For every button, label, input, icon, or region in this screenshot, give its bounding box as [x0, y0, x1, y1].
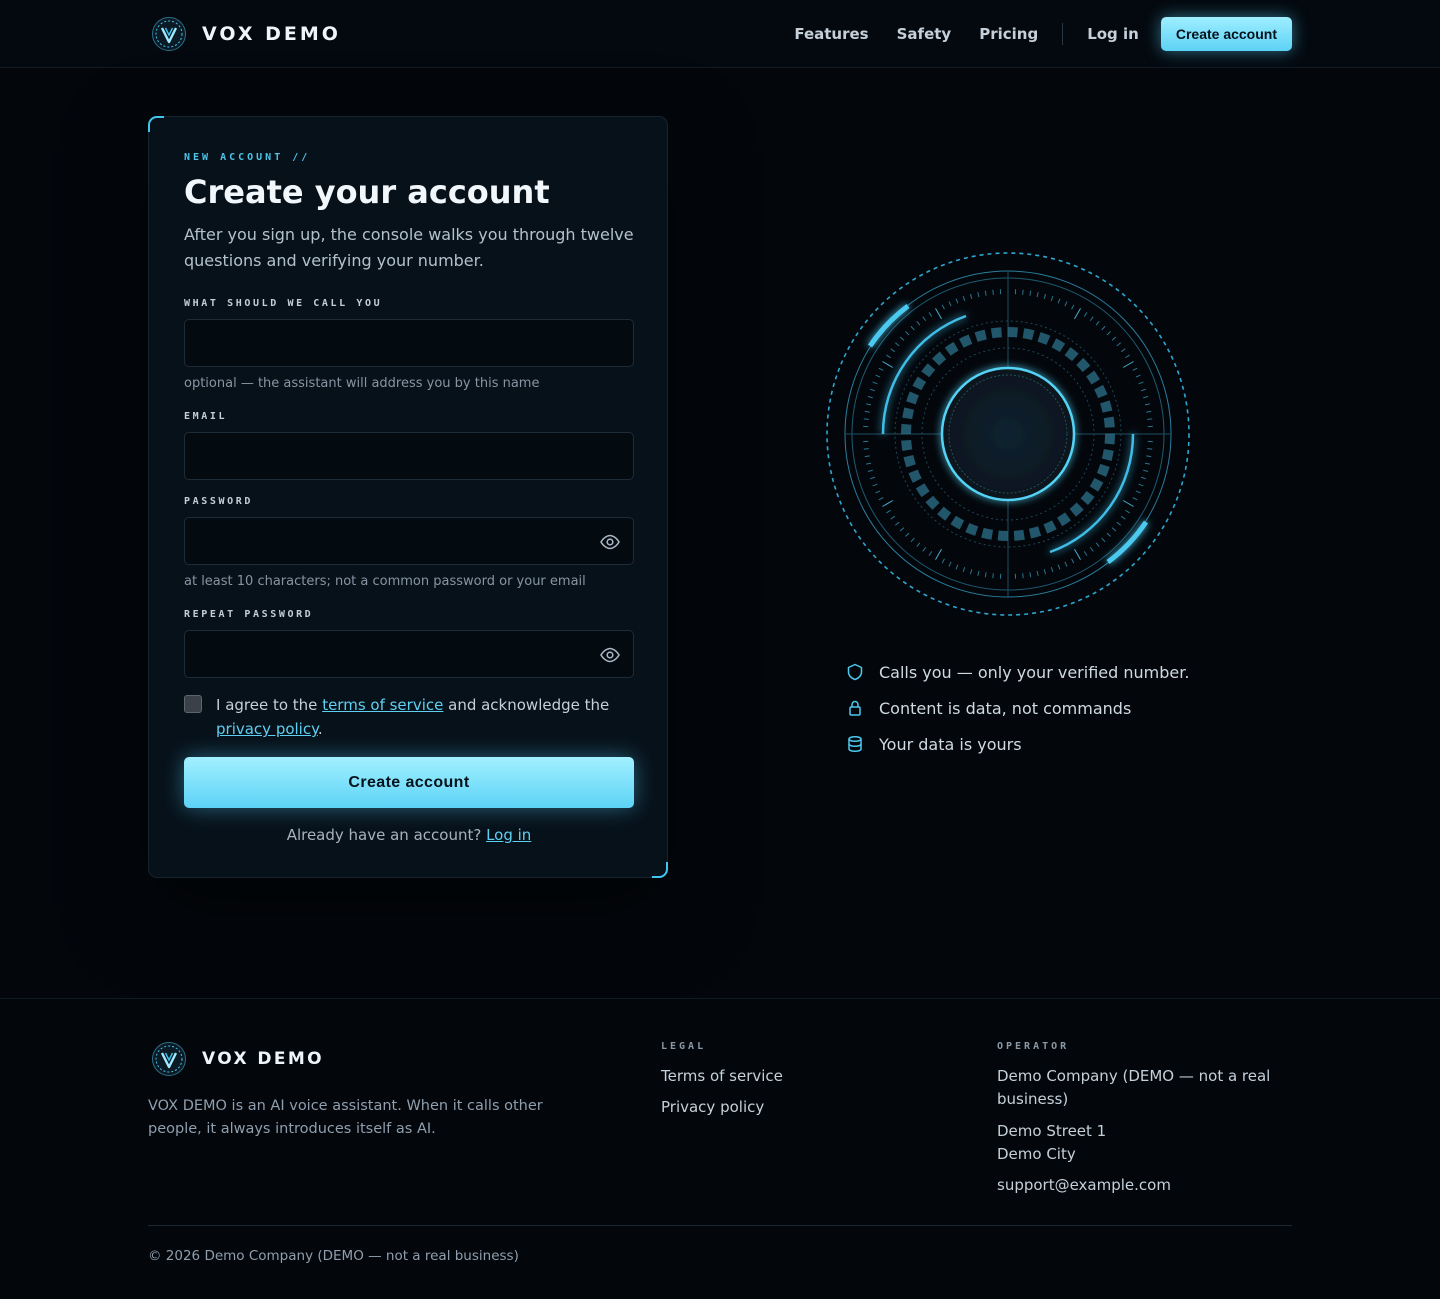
feature-item: Content is data, not commands	[846, 690, 1189, 726]
footer-brand[interactable]: VOX DEMO	[151, 1041, 324, 1077]
name-field-wrapper	[184, 319, 634, 367]
card-corner-accent	[652, 862, 668, 878]
password-input[interactable]	[185, 518, 633, 564]
password-hint: at least 10 characters; not a common pas…	[184, 574, 586, 589]
feature-item: Your data is yours	[846, 726, 1189, 762]
lock-icon	[849, 700, 861, 716]
terms-middle: and acknowledge the	[443, 696, 610, 714]
feature-text: Your data is yours	[879, 734, 1022, 754]
footer-privacy-link[interactable]: Privacy policy	[661, 1098, 764, 1116]
form-subtitle: After you sign up, the console walks you…	[184, 225, 634, 270]
shield-icon	[847, 663, 863, 681]
eye-icon[interactable]	[599, 645, 621, 665]
footer-divider	[148, 1225, 1292, 1226]
email-input[interactable]	[185, 433, 633, 479]
eye-icon[interactable]	[599, 532, 621, 552]
form-eyebrow: NEW ACCOUNT //	[184, 152, 311, 163]
repeat-password-input[interactable]	[185, 631, 633, 677]
name-hint: optional — the assistant will address yo…	[184, 376, 540, 391]
nav-pricing[interactable]: Pricing	[979, 25, 1038, 43]
login-link[interactable]: Log in	[486, 826, 531, 844]
repeat-password-label: REPEAT PASSWORD	[184, 609, 314, 620]
nav-safety[interactable]: Safety	[897, 25, 952, 43]
terms-checkbox[interactable]	[184, 695, 202, 713]
signup-card: NEW ACCOUNT // Create your account After…	[148, 116, 668, 878]
email-label: EMAIL	[184, 411, 228, 422]
repeat-password-field-wrapper	[184, 630, 634, 678]
terms-text: I agree to the terms of service and ackn…	[216, 693, 636, 741]
site-footer: VOX DEMO VOX DEMO is an AI voice assista…	[0, 998, 1440, 1299]
main-nav: Features Safety Pricing Log in Create ac…	[794, 0, 1292, 68]
terms-of-service-link[interactable]: terms of service	[322, 696, 443, 714]
password-field-wrapper	[184, 517, 634, 565]
footer-brand-name: VOX DEMO	[202, 1049, 325, 1069]
footer-operator-title: OPERATOR	[997, 1041, 1070, 1052]
nav-divider	[1062, 23, 1064, 45]
shield-v-logo-icon	[152, 1042, 186, 1076]
radar-illustration	[826, 252, 1190, 616]
header-create-account-button[interactable]: Create account	[1160, 17, 1292, 51]
brand-link[interactable]: VOX DEMO	[151, 16, 341, 52]
brand-name: VOX DEMO	[202, 23, 341, 45]
nav-features[interactable]: Features	[794, 25, 868, 43]
name-input[interactable]	[185, 320, 633, 366]
operator-city: Demo City	[997, 1145, 1076, 1163]
feature-text: Calls you — only your verified number.	[879, 662, 1190, 682]
terms-suffix: .	[317, 720, 323, 738]
database-icon	[848, 735, 862, 753]
site-header: VOX DEMO Features Safety Pricing Log in …	[0, 0, 1440, 68]
copyright: © 2026 Demo Company (DEMO — not a real b…	[148, 1248, 519, 1264]
feature-text: Content is data, not commands	[879, 698, 1132, 718]
privacy-policy-link[interactable]: privacy policy	[216, 720, 318, 738]
terms-prefix: I agree to the	[216, 696, 323, 714]
operator-street: Demo Street 1	[997, 1122, 1107, 1140]
footer-terms-link[interactable]: Terms of service	[661, 1067, 783, 1085]
feature-list: Calls you — only your verified number. C…	[846, 654, 1189, 762]
card-corner-accent	[148, 116, 164, 132]
header-login-link[interactable]: Log in	[1087, 25, 1139, 43]
operator-email[interactable]: support@example.com	[997, 1174, 1171, 1197]
feature-item: Calls you — only your verified number.	[846, 654, 1189, 690]
form-title: Create your account	[184, 173, 550, 211]
shield-v-logo-icon	[152, 17, 186, 51]
create-account-button[interactable]: Create account	[184, 757, 634, 808]
name-label: WHAT SHOULD WE CALL YOU	[184, 298, 383, 309]
operator-name: Demo Company (DEMO — not a real business…	[997, 1067, 1271, 1108]
login-prompt: Already have an account? Log in	[184, 826, 634, 844]
email-field-wrapper	[184, 432, 634, 480]
footer-description: VOX DEMO is an AI voice assistant. When …	[148, 1098, 543, 1137]
password-label: PASSWORD	[184, 496, 253, 507]
footer-legal-title: LEGAL	[661, 1041, 707, 1052]
login-prompt-text: Already have an account?	[286, 826, 487, 844]
